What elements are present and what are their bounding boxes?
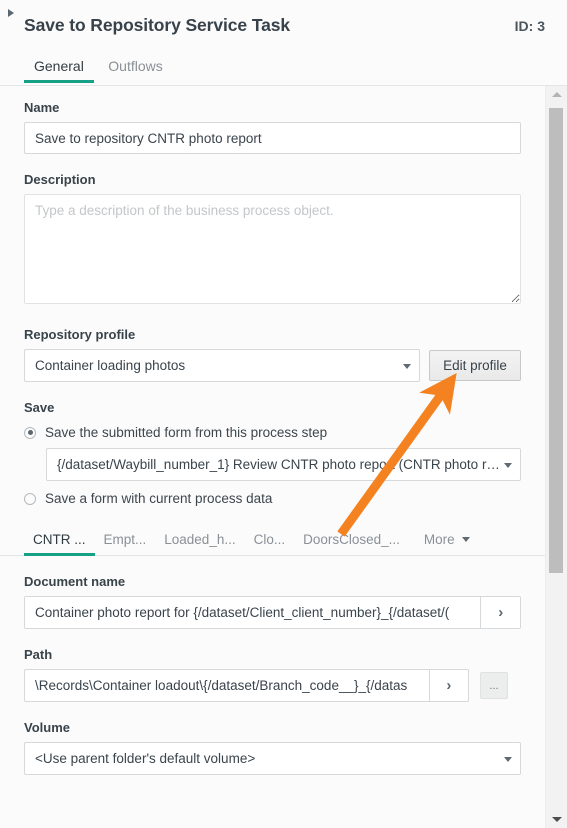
- path-expand-button[interactable]: ›: [429, 669, 469, 702]
- document-name-row: ›: [24, 596, 521, 629]
- name-label: Name: [24, 100, 60, 115]
- top-tab-bar: General Outflows: [0, 54, 567, 86]
- document-name-input[interactable]: [24, 596, 482, 629]
- triangle-right-icon[interactable]: [8, 9, 14, 17]
- edit-profile-button[interactable]: Edit profile: [429, 350, 521, 381]
- path-input-group: ›: [24, 669, 469, 702]
- path-row: › ...: [24, 669, 521, 702]
- document-name-label: Document name: [24, 574, 126, 589]
- panel-scroll-area: Name Description Repository profile Cont…: [0, 86, 567, 828]
- volume-select-wrap: <Use parent folder's default volume>: [24, 742, 521, 775]
- inner-tab-loaded-h[interactable]: Loaded_h...: [155, 532, 244, 555]
- scrollbar-thumb[interactable]: [549, 108, 563, 573]
- scroll-down-button[interactable]: [546, 811, 567, 828]
- volume-label: Volume: [24, 720, 70, 735]
- tab-outflows[interactable]: Outflows: [98, 54, 172, 83]
- submitted-form-select[interactable]: {/dataset/Waybill_number_1} Review CNTR …: [46, 448, 521, 481]
- inner-tab-doorsclosed[interactable]: DoorsClosed_...: [294, 532, 409, 555]
- inner-tab-more-label: More: [423, 532, 455, 547]
- name-input[interactable]: [24, 122, 521, 154]
- repository-profile-label: Repository profile: [24, 327, 136, 342]
- tab-general[interactable]: General: [24, 54, 94, 83]
- document-name-expand-button[interactable]: ›: [481, 596, 521, 629]
- submitted-form-select-wrap: {/dataset/Waybill_number_1} Review CNTR …: [46, 448, 521, 481]
- radio-label-submitted: Save the submitted form from this proces…: [45, 425, 328, 440]
- chevron-down-icon: [461, 537, 470, 542]
- radio-indicator-submitted[interactable]: [24, 426, 36, 439]
- page-title: Save to Repository Service Task: [24, 15, 291, 35]
- volume-select[interactable]: <Use parent folder's default volume>: [24, 742, 521, 775]
- path-input[interactable]: [24, 669, 430, 702]
- document-tab-bar: CNTR ... Empt... Loaded_h... Clo... Door…: [0, 525, 545, 556]
- submitted-form-select-inner: {/dataset/Waybill_number_1} Review CNTR …: [46, 448, 521, 481]
- radio-indicator-current[interactable]: [24, 492, 36, 505]
- inner-tab-clo[interactable]: Clo...: [245, 532, 295, 555]
- panel-header: Save to Repository Service Task ID: 3: [0, 0, 567, 54]
- inner-tab-more[interactable]: More: [415, 532, 479, 555]
- save-section-label: Save: [24, 400, 55, 415]
- radio-label-current: Save a form with current process data: [45, 491, 273, 506]
- object-id-label: ID: 3: [514, 18, 545, 34]
- properties-panel: Save to Repository Service Task ID: 3 Ge…: [0, 0, 567, 828]
- path-browse-button[interactable]: ...: [480, 672, 508, 699]
- repository-profile-select[interactable]: Container loading photos: [24, 349, 420, 382]
- vertical-scrollbar[interactable]: [545, 86, 567, 828]
- repository-profile-select-wrap: Container loading photos: [24, 349, 420, 382]
- radio-save-current-data[interactable]: Save a form with current process data: [24, 491, 521, 506]
- triangle-up-icon: [551, 92, 562, 97]
- repository-profile-row: Container loading photos Edit profile: [24, 349, 521, 382]
- radio-save-submitted-form[interactable]: Save the submitted form from this proces…: [24, 425, 521, 440]
- inner-tab-empty[interactable]: Empt...: [95, 532, 156, 555]
- description-label: Description: [24, 172, 96, 187]
- description-textarea[interactable]: [24, 194, 521, 304]
- triangle-down-icon: [551, 817, 562, 822]
- inner-tab-cntr[interactable]: CNTR ...: [24, 532, 95, 556]
- path-label: Path: [24, 647, 53, 662]
- form-content: Name Description Repository profile Cont…: [0, 86, 545, 828]
- scroll-up-button[interactable]: [546, 86, 567, 103]
